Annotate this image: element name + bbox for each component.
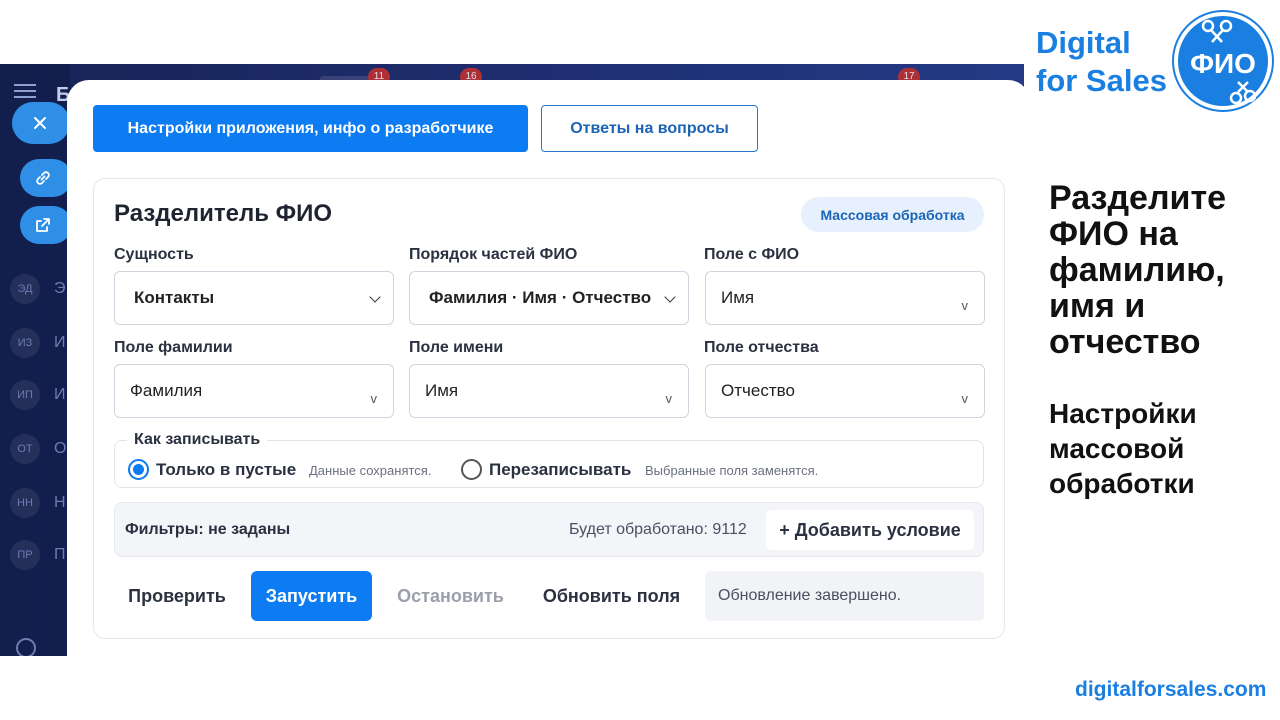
filters-status: Фильтры: не заданы <box>125 521 291 538</box>
close-button[interactable] <box>12 102 70 144</box>
chevron-down-icon <box>369 291 381 303</box>
chevron-down-icon <box>664 291 676 303</box>
promo-heading: Разделите ФИО на фамилию, имя и отчество <box>1049 179 1227 361</box>
fio-field-value: Имя <box>721 288 755 307</box>
nav-item-label: И <box>54 386 66 403</box>
nav-avatar[interactable]: ПР <box>10 540 40 570</box>
chevron-down-icon: v <box>665 391 673 406</box>
first-name-value: Имя <box>425 381 459 400</box>
nav-item-label: Н <box>54 494 66 511</box>
chevron-down-icon: v <box>370 391 378 406</box>
fio-logo: ФИО <box>1174 12 1272 110</box>
copy-link-button[interactable] <box>20 159 72 197</box>
add-condition-button[interactable]: + Добавить условие <box>766 510 974 550</box>
settings-button[interactable]: Настройки приложения, инфо о разработчик… <box>93 105 528 152</box>
hamburger-menu-icon[interactable] <box>14 84 36 98</box>
external-link-icon <box>36 218 50 232</box>
radio-empty-only[interactable] <box>128 459 149 480</box>
link-icon <box>36 171 50 185</box>
entity-select[interactable]: Контакты <box>114 271 394 325</box>
nav-avatar[interactable]: ОТ <box>10 434 40 464</box>
patronymic-value: Отчество <box>721 381 795 400</box>
crm-left-nav <box>0 64 70 656</box>
brand-name: Digital for Sales <box>1036 24 1167 100</box>
chevron-down-icon: v <box>961 298 969 313</box>
fio-field-label: Поле с ФИО <box>704 246 800 263</box>
nav-item-label: И <box>54 334 66 351</box>
processed-count: Будет обработано: 9112 <box>569 521 747 538</box>
patronymic-label: Поле отчества <box>704 339 819 356</box>
card-title: Разделитель ФИО <box>114 200 333 227</box>
nav-avatar[interactable]: НН <box>10 488 40 518</box>
status-message: Обновление завершено. <box>705 571 984 621</box>
patronymic-select[interactable]: Отчество v <box>705 364 985 418</box>
gear-icon[interactable] <box>16 638 36 656</box>
stop-button[interactable]: Остановить <box>384 571 517 621</box>
nav-item-label: Э <box>54 280 66 297</box>
brand-line-2: for Sales <box>1036 63 1167 98</box>
entity-value: Контакты <box>134 288 215 307</box>
close-icon <box>34 117 46 129</box>
entity-label: Сущность <box>114 246 194 263</box>
first-name-label: Поле имени <box>409 339 504 356</box>
order-select[interactable]: Фамилия · Имя · Отчество <box>409 271 689 325</box>
write-mode-legend: Как записывать <box>127 431 268 449</box>
order-label: Порядок частей ФИО <box>409 246 578 263</box>
refresh-fields-button[interactable]: Обновить поля <box>530 571 693 621</box>
brand-line-1: Digital <box>1036 25 1131 60</box>
chevron-down-icon: v <box>961 391 969 406</box>
order-value: Фамилия · Имя · Отчество <box>429 288 652 307</box>
last-name-label: Поле фамилии <box>114 339 233 356</box>
first-name-select[interactable]: Имя v <box>409 364 689 418</box>
radio-overwrite-label[interactable]: Перезаписывать <box>489 460 631 480</box>
radio-overwrite-hint: Выбранные поля заменятся. <box>645 463 819 478</box>
nav-item-label: П <box>54 546 66 563</box>
nav-avatar[interactable]: ИЗ <box>10 328 40 358</box>
promo-subheading: Настройки массовой обработки <box>1049 398 1197 499</box>
fio-field-select[interactable]: Имя v <box>705 271 985 325</box>
last-name-value: Фамилия <box>130 381 203 400</box>
radio-empty-only-label[interactable]: Только в пустые <box>156 460 296 480</box>
check-button[interactable]: Проверить <box>114 571 240 621</box>
last-name-select[interactable]: Фамилия v <box>114 364 394 418</box>
website-link[interactable]: digitalforsales.com <box>1075 678 1266 702</box>
nav-item-label: О <box>54 440 67 457</box>
radio-empty-only-hint: Данные сохранятся. <box>309 463 432 478</box>
run-button[interactable]: Запустить <box>251 571 372 621</box>
nav-avatar[interactable]: ЭД <box>10 274 40 304</box>
faq-button[interactable]: Ответы на вопросы <box>541 105 758 152</box>
open-external-button[interactable] <box>20 206 72 244</box>
mass-processing-badge: Массовая обработка <box>801 197 984 232</box>
nav-avatar[interactable]: ИП <box>10 380 40 410</box>
radio-overwrite[interactable] <box>461 459 482 480</box>
logo-text: ФИО <box>1190 48 1256 79</box>
